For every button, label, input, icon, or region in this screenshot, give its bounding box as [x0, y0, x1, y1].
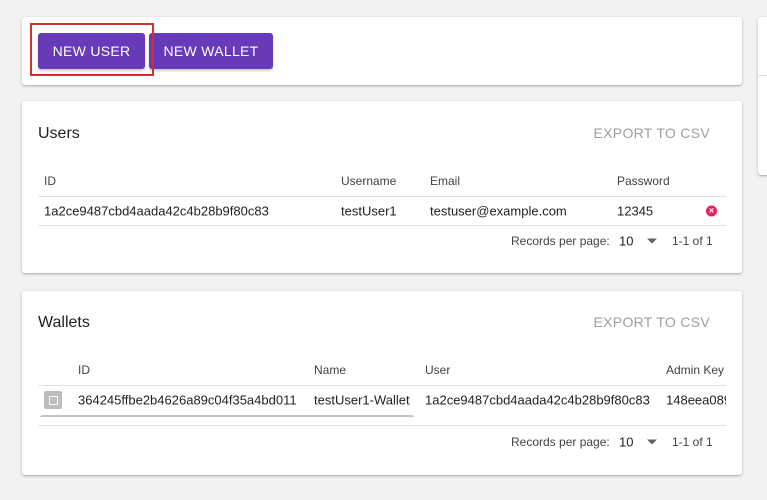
users-table-header: ID Username Email Password	[38, 166, 726, 196]
users-col-password[interactable]: Password	[617, 174, 670, 188]
wallet-name-cell: testUser1-Wallet	[314, 392, 410, 408]
users-pagination: Records per page: 10 1-1 of 1	[38, 227, 726, 255]
wallets-col-id[interactable]: ID	[78, 363, 90, 377]
user-email-cell: testuser@example.com	[430, 203, 567, 219]
user-password-cell: 12345	[617, 203, 654, 219]
users-col-id[interactable]: ID	[44, 174, 56, 188]
wallets-table-header: ID Name User Admin Key	[38, 355, 726, 385]
wallets-table: ID Name User Admin Key 364245ffbe2b4626a…	[38, 355, 726, 417]
per-page-select[interactable]: 10	[619, 234, 633, 249]
per-page-select[interactable]: 10	[619, 435, 633, 450]
divider	[758, 75, 767, 76]
horizontal-scrollbar[interactable]	[40, 415, 414, 417]
divider	[38, 425, 726, 426]
records-per-page-label: Records per page:	[511, 234, 610, 248]
wallets-col-admin-key[interactable]: Admin Key	[666, 363, 724, 377]
users-title: Users	[38, 125, 80, 142]
side-card	[758, 17, 767, 175]
new-user-button[interactable]: NEW USER	[38, 33, 145, 69]
wallets-col-name[interactable]: Name	[314, 363, 346, 377]
users-card: Users EXPORT TO CSV ID Username Email Pa…	[22, 101, 742, 273]
table-row[interactable]: 364245ffbe2b4626a89c04f35a4bd011 testUse…	[38, 385, 726, 415]
table-row[interactable]: 1a2ce9487cbd4aada42c4b28b9f80c83 testUse…	[38, 196, 726, 226]
user-username-cell: testUser1	[341, 203, 397, 219]
wallet-admin-key-cell: 148eea089	[666, 392, 726, 408]
new-wallet-button[interactable]: NEW WALLET	[149, 33, 273, 69]
wallets-pagination: Records per page: 10 1-1 of 1	[38, 428, 726, 456]
actions-card: NEW USER NEW WALLET	[22, 17, 742, 85]
wallets-title: Wallets	[38, 314, 90, 331]
wallets-col-user[interactable]: User	[425, 363, 450, 377]
wallet-icon[interactable]	[44, 391, 62, 409]
users-col-email[interactable]: Email	[430, 174, 460, 188]
chevron-down-icon[interactable]	[647, 238, 657, 244]
users-export-button[interactable]: EXPORT TO CSV	[594, 125, 710, 141]
users-col-username[interactable]: Username	[341, 174, 396, 188]
wallets-card: Wallets EXPORT TO CSV ID Name User Admin…	[22, 291, 742, 475]
pagination-range: 1-1 of 1	[672, 435, 713, 449]
chevron-down-icon[interactable]	[647, 439, 657, 445]
delete-icon[interactable]: ×	[706, 205, 717, 217]
wallets-export-button[interactable]: EXPORT TO CSV	[594, 314, 710, 330]
users-table: ID Username Email Password 1a2ce9487cbd4…	[38, 166, 726, 226]
user-id-cell: 1a2ce9487cbd4aada42c4b28b9f80c83	[44, 203, 269, 219]
pagination-range: 1-1 of 1	[672, 234, 713, 248]
divider	[38, 225, 726, 226]
records-per-page-label: Records per page:	[511, 435, 610, 449]
wallet-id-cell: 364245ffbe2b4626a89c04f35a4bd011	[78, 392, 297, 408]
wallet-user-cell: 1a2ce9487cbd4aada42c4b28b9f80c83	[425, 392, 650, 408]
